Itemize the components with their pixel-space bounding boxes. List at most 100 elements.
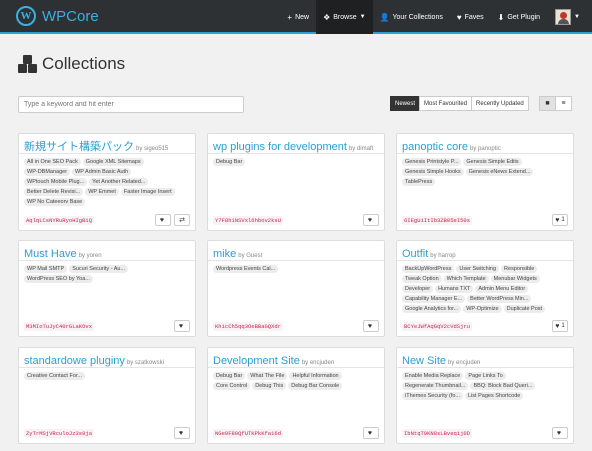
plugin-tag[interactable]: Google Analytics for... bbox=[402, 305, 462, 313]
card-actions: ♥ bbox=[360, 320, 379, 332]
collection-author[interactable]: by panoptic bbox=[470, 146, 501, 152]
nav-get-plugin[interactable]: ⬇ Get Plugin bbox=[491, 0, 547, 34]
collection-author[interactable]: by Guest bbox=[238, 253, 262, 259]
grid-icon: ■ bbox=[545, 100, 550, 107]
plugin-tag[interactable]: TablePress bbox=[402, 178, 436, 186]
nav-faves[interactable]: ♥ Faves bbox=[450, 0, 491, 34]
collection-title[interactable]: wp plugins for development bbox=[213, 141, 347, 153]
plugin-tag[interactable]: Wordpress Events Cal... bbox=[213, 265, 279, 273]
plugin-tag[interactable]: WP Emmet bbox=[85, 188, 119, 196]
collection-title[interactable]: Must Have bbox=[24, 248, 77, 260]
plugin-tag[interactable]: Responsible bbox=[501, 265, 538, 273]
plugin-tag[interactable]: WPtouch Mobile Plug... bbox=[24, 178, 88, 186]
card-header: mike by Guest bbox=[208, 241, 384, 261]
sort-most-favourited-button[interactable]: Most Favourited bbox=[419, 96, 473, 111]
fave-button[interactable]: ♥ bbox=[363, 320, 379, 332]
fave-button[interactable]: ♥ bbox=[363, 214, 379, 226]
collection-card: wp plugins for development by dimaft Debug… bbox=[207, 133, 385, 231]
plugin-tag[interactable]: Better WordPress Min... bbox=[467, 295, 532, 303]
plugin-tag[interactable]: Faster Image Insert bbox=[120, 188, 175, 196]
fave-button[interactable]: ♥ 1 bbox=[552, 214, 568, 226]
sort-newest-button[interactable]: Newest bbox=[390, 96, 421, 111]
collection-author[interactable]: by szatkowski bbox=[127, 360, 164, 366]
plugin-tag[interactable]: Admin Menu Editor bbox=[475, 285, 529, 293]
collection-author[interactable]: by sigeo515 bbox=[136, 146, 168, 152]
nav-new[interactable]: + New bbox=[280, 0, 316, 34]
card-footer: BCYeJWfAqGqV2cVdSjru ♥ 1 bbox=[402, 319, 568, 333]
plugin-tag[interactable]: WP-DBManager bbox=[24, 168, 71, 176]
plugin-tag[interactable]: Creative Contact For... bbox=[24, 372, 86, 380]
plugin-tag[interactable]: What The File bbox=[247, 372, 288, 380]
plugin-tag[interactable]: Core Control bbox=[213, 382, 251, 390]
collection-author[interactable]: by encjuden bbox=[302, 360, 334, 366]
plugin-tag[interactable]: All in One SEO Pack bbox=[24, 158, 81, 166]
collection-author[interactable]: by encjuden bbox=[448, 360, 480, 366]
plugin-tag[interactable]: Debug Bar bbox=[213, 372, 246, 380]
collection-title[interactable]: Development Site bbox=[213, 355, 300, 367]
list-icon: ≡ bbox=[561, 100, 566, 107]
plugin-tag[interactable]: WP No Cateeorv Base bbox=[24, 198, 86, 206]
collection-author[interactable]: by harrop bbox=[430, 253, 455, 259]
plugin-tag[interactable]: Which Template bbox=[443, 275, 489, 283]
plugin-tag[interactable]: Genesis Simple Edits bbox=[463, 158, 522, 166]
collection-code: M3MIoTuJyC40rGLaKOvx bbox=[24, 321, 95, 331]
collection-title[interactable]: Outfit bbox=[402, 248, 428, 260]
plugin-tag[interactable]: Humans TXT bbox=[435, 285, 474, 293]
fave-button[interactable]: ♥ 1 bbox=[552, 320, 568, 332]
plugin-tag[interactable]: List Pages Shortcode bbox=[465, 392, 524, 400]
plugin-tag[interactable]: Regenerate Thumbnail... bbox=[402, 382, 469, 390]
plugin-tag[interactable]: Page Links To bbox=[465, 372, 506, 380]
collection-card: 新規サイト構築パック by sigeo515 All in One SEO Pack… bbox=[18, 133, 196, 231]
collection-author[interactable]: by yoren bbox=[79, 253, 102, 259]
plugin-tag[interactable]: Helpful Information bbox=[289, 372, 342, 380]
plugin-tag[interactable]: Enable Media Replace bbox=[402, 372, 464, 380]
sort-recently-updated-button[interactable]: Recently Updated bbox=[471, 96, 529, 111]
plugin-tag[interactable]: Google XML Sitemaps bbox=[82, 158, 144, 166]
plugin-tag[interactable]: BackUpWordPress bbox=[402, 265, 455, 273]
user-menu[interactable]: ▼ bbox=[547, 0, 592, 34]
plugin-tag[interactable]: Debug Bar Console bbox=[288, 382, 343, 390]
plugin-tag[interactable]: WP Admin Basic Auth bbox=[72, 168, 132, 176]
plugin-tags: Creative Contact For... bbox=[19, 368, 195, 382]
plugin-tag[interactable]: Genesis eNews Extend... bbox=[465, 168, 534, 176]
plugin-tag[interactable]: Debug This bbox=[252, 382, 287, 390]
plugin-tag[interactable]: Debug Bar bbox=[213, 158, 246, 166]
collection-title[interactable]: panoptic core bbox=[402, 141, 468, 153]
brand[interactable]: W WPCore bbox=[16, 0, 99, 33]
plugin-tag[interactable]: Better Delete Revisi... bbox=[24, 188, 84, 196]
collection-title[interactable]: standardowe pluginy bbox=[24, 355, 125, 367]
plugin-tag[interactable]: User Switching bbox=[456, 265, 500, 273]
plugin-tag[interactable]: iThemes Security (fo... bbox=[402, 392, 464, 400]
plugin-tag[interactable]: WordPress SEO by Yoa... bbox=[24, 275, 93, 283]
collection-title[interactable]: mike bbox=[213, 248, 236, 260]
plugin-tag[interactable]: Sucuri Security - Au... bbox=[69, 265, 129, 273]
fave-button[interactable]: ♥ bbox=[174, 427, 190, 439]
collection-title[interactable]: New Site bbox=[402, 355, 446, 367]
fave-button[interactable]: ♥ bbox=[155, 214, 171, 226]
search-input[interactable] bbox=[18, 96, 244, 113]
collection-title[interactable]: 新規サイト構築パック bbox=[24, 141, 134, 153]
plugin-tag[interactable]: Menubar Widgets bbox=[490, 275, 540, 283]
plugin-tag[interactable]: Duplicate Post bbox=[503, 305, 546, 313]
plugin-tags: Debug Bar bbox=[208, 154, 384, 168]
plugin-tag[interactable]: WP-Optimize bbox=[463, 305, 502, 313]
fave-button[interactable]: ♥ bbox=[552, 427, 568, 439]
nav-your-collections[interactable]: 👤 Your Collections bbox=[373, 0, 450, 34]
fave-button[interactable]: ♥ bbox=[363, 427, 379, 439]
plugin-tag[interactable]: Genesis Simple Hooks bbox=[402, 168, 464, 176]
nav-faves-label: Faves bbox=[464, 13, 484, 21]
collection-author[interactable]: by dimaft bbox=[349, 146, 373, 152]
list-view-button[interactable]: ≡ bbox=[555, 96, 572, 111]
plugin-tag[interactable]: Yet Another Related... bbox=[89, 178, 149, 186]
grid-view-button[interactable]: ■ bbox=[539, 96, 556, 111]
plugin-tag[interactable]: Developer bbox=[402, 285, 434, 293]
fave-button[interactable]: ♥ bbox=[174, 320, 190, 332]
nav-browse[interactable]: ❖ Browse ▼ bbox=[316, 0, 373, 34]
card-footer: NGe9F80QfUTKPkKfa16d ♥ bbox=[213, 426, 379, 440]
plugin-tag[interactable]: Tweak Option bbox=[402, 275, 442, 283]
plugin-tag[interactable]: Genesis Printstyle P... bbox=[402, 158, 462, 166]
plugin-tag[interactable]: Capability Manager E... bbox=[402, 295, 466, 303]
plugin-tag[interactable]: BBQ: Block Bad Queri... bbox=[470, 382, 536, 390]
plugin-tag[interactable]: WP Mail SMTP bbox=[24, 265, 68, 273]
fork-button[interactable]: ⇄ bbox=[174, 214, 190, 226]
